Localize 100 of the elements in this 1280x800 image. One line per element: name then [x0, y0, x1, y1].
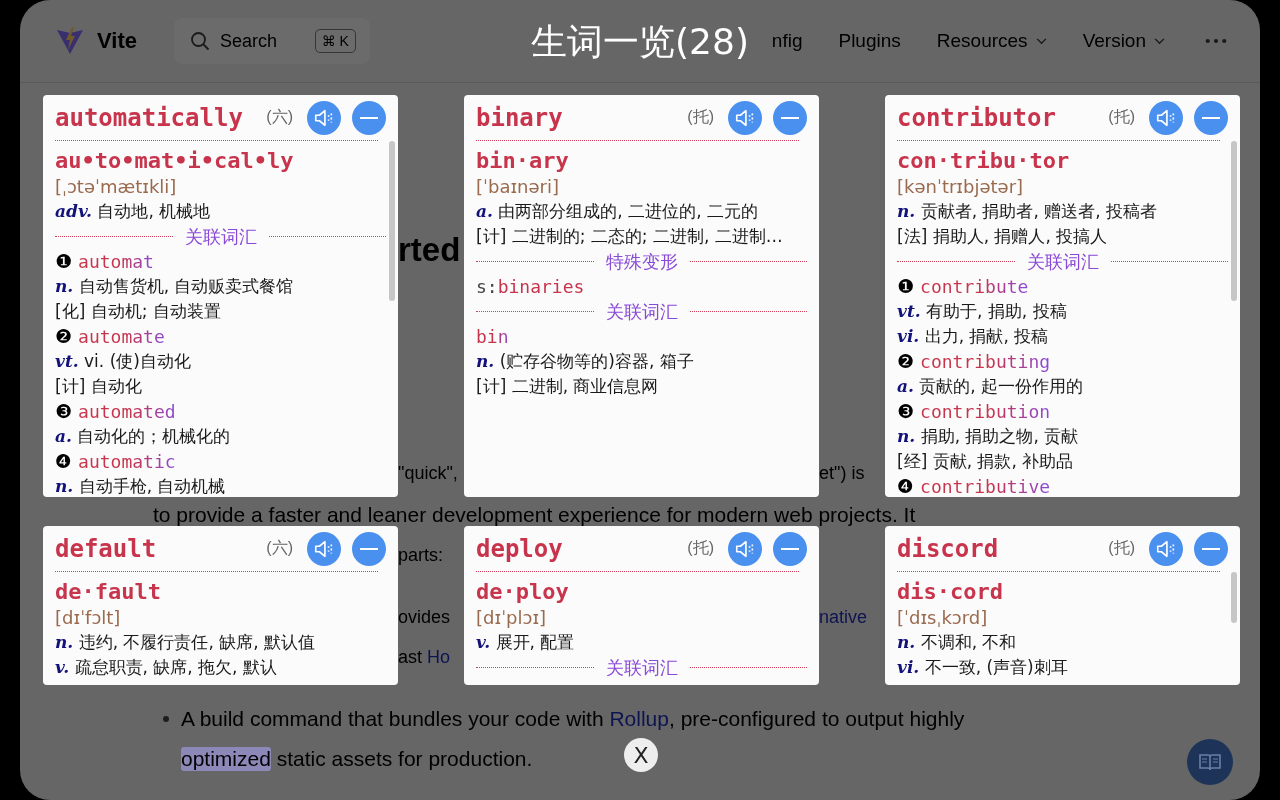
minus-icon	[360, 116, 378, 119]
remove-button[interactable]	[1194, 531, 1228, 566]
definition-text: a. 由两部分组成的, 二进位的, 二元的	[476, 200, 759, 223]
more-icon[interactable]	[1205, 38, 1227, 44]
definition-text: n. 自动手枪, 自动机械	[55, 475, 227, 497]
body-text: A build command that bundles your code with	[181, 707, 605, 731]
body-text: "quick",	[398, 462, 458, 484]
phonetic-text: [ˈdɪsˌkɔrd]	[897, 606, 989, 630]
remove-button[interactable]	[352, 100, 386, 135]
word-tag: (托)	[1108, 107, 1135, 128]
item-number: ❶	[55, 249, 73, 274]
item-number: ❷	[897, 349, 915, 374]
minus-icon	[781, 116, 799, 119]
phonetic-text: [dɪˈplɔɪ]	[476, 606, 548, 630]
definition-text: a. 自动化的；机械化的	[55, 425, 232, 448]
headword: binary	[476, 103, 564, 132]
headword: contributor	[897, 103, 1057, 132]
nav-link[interactable]: nfig	[771, 30, 803, 52]
section-heading: 关联词汇	[605, 656, 678, 680]
remove-button[interactable]	[1194, 100, 1228, 135]
definition-text: [经] 贡献, 捐款, 补助品	[897, 450, 1075, 473]
syllable-text: dis·cord	[897, 578, 1004, 605]
chevron-icon	[1154, 37, 1165, 45]
overlay-title: 生词一览(28)	[531, 20, 749, 64]
search-placeholder: Search	[219, 30, 278, 52]
definition-text: n. 不调和, 不和	[897, 631, 1018, 654]
minus-icon	[360, 547, 378, 550]
minus-icon	[1202, 547, 1220, 550]
phonetic-text: [kənˈtrɪbjətər]	[897, 175, 1025, 199]
body-text: et") is	[819, 462, 865, 484]
chevron-icon	[1035, 37, 1047, 45]
dictionary-button[interactable]	[1187, 739, 1233, 785]
definition-text: n. 违约, 不履行责任, 缺席, 默认值	[55, 631, 317, 654]
logo-text[interactable]: Vite	[97, 28, 137, 54]
body-text: rted	[398, 231, 461, 269]
nav-link[interactable]: Version	[1082, 30, 1165, 52]
item-number: ❹	[55, 449, 73, 474]
highlighted-text: optimized	[181, 747, 271, 771]
remove-button[interactable]	[773, 100, 807, 135]
logo-icon[interactable]	[55, 26, 85, 56]
remove-button[interactable]	[352, 531, 386, 566]
link[interactable]: Ho	[427, 646, 451, 668]
definition-text: vt. vi. (使)自动化	[55, 350, 192, 373]
phonetic-text: [dɪˈfɔlt]	[55, 606, 122, 630]
section-heading: 关联词汇	[184, 225, 257, 249]
speaker-button[interactable]	[728, 100, 762, 135]
speaker-button[interactable]	[307, 100, 341, 135]
speaker-button[interactable]	[307, 531, 341, 566]
word-tag: (六)	[266, 538, 293, 559]
syllable-text: au•to•mat•i•cal•ly	[55, 147, 295, 174]
section-heading: 关联词汇	[1026, 250, 1099, 274]
definition-text: [法] 捐助人, 捐赠人, 投搞人	[897, 225, 1109, 248]
speaker-button[interactable]	[1149, 531, 1183, 566]
body-text: ast	[398, 646, 423, 668]
nav-link[interactable]: Resources	[936, 30, 1047, 52]
link[interactable]: Rollup	[609, 707, 669, 731]
definition-text: vt. 有助于, 捐助, 投稿	[897, 300, 1068, 323]
item-number: ❹	[897, 474, 915, 497]
body-text: to provide a faster and leaner development experience for modern web projects. It	[153, 503, 916, 527]
speaker-button[interactable]	[728, 531, 762, 566]
definition-text: n. 贡献者, 捐助者, 赠送者, 投稿者	[897, 200, 1159, 223]
definition-text: n. 捐助, 捐助之物, 贡献	[897, 425, 1080, 448]
book-icon	[1198, 752, 1222, 772]
definition-text: n. (贮存谷物等的)容器, 箱子	[476, 350, 695, 373]
word-tag: (托)	[687, 538, 714, 559]
definition-text: [计] 二进制, 商业信息网	[476, 375, 660, 398]
syllable-text: bin·ary	[476, 147, 570, 174]
section-heading: 关联词汇	[605, 300, 678, 324]
shortcut-key: ⌘ K	[314, 29, 356, 53]
syllable-text: de·fault	[55, 578, 162, 605]
definition-text: [计] 二进制的; 二态的; 二进制, 二进制…	[476, 225, 784, 248]
remove-button[interactable]	[773, 531, 807, 566]
item-number: ❸	[897, 399, 915, 424]
item-number: ❶	[897, 274, 915, 299]
definition-text: v. 疏怠职责, 缺席, 拖欠, 默认	[55, 656, 278, 679]
item-number: ❸	[55, 399, 73, 424]
item-number: ❷	[55, 324, 73, 349]
word-tag: (托)	[687, 107, 714, 128]
scrollbar[interactable]	[1231, 572, 1237, 623]
section-heading: 特殊变形	[605, 250, 678, 274]
search-field[interactable]: Search ⌘ K	[173, 18, 370, 64]
definition-text: [计] 自动化	[55, 375, 143, 398]
bullet-icon	[163, 716, 169, 722]
close-button[interactable]: X	[624, 738, 658, 772]
definition-text: v. 展开, 配置	[476, 631, 576, 654]
link[interactable]: native	[819, 606, 868, 628]
inflection-text: s:binaries	[476, 275, 586, 299]
definition-text: [化] 自动机; 自动装置	[55, 300, 222, 323]
definition-text: vi. 不一致, (声音)刺耳	[897, 656, 1069, 679]
word-tag: (托)	[1108, 538, 1135, 559]
scrollbar[interactable]	[1231, 141, 1237, 302]
nav-link[interactable]: Plugins	[838, 30, 901, 52]
search-icon	[189, 31, 210, 51]
phonetic-text: [ˈbaɪnəri]	[476, 175, 561, 199]
speaker-button[interactable]	[1149, 100, 1183, 135]
word-tag: (六)	[266, 107, 293, 128]
definition-text: vi. 出力, 捐献, 投稿	[897, 325, 1050, 348]
scrollbar[interactable]	[389, 141, 395, 302]
headword: discord	[897, 534, 1000, 563]
minus-icon	[781, 547, 799, 550]
